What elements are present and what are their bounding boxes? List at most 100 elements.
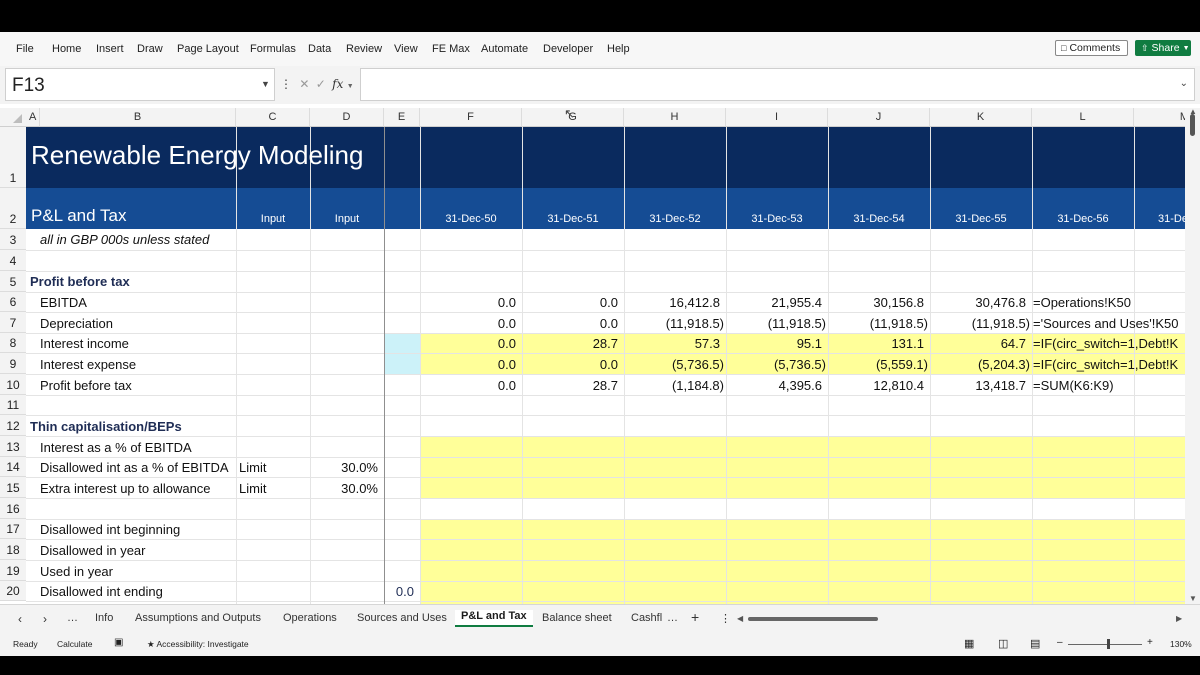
menu-review[interactable]: Review [346,43,382,55]
interest-income-label[interactable]: Interest income [40,336,129,351]
menu-home[interactable]: Home [52,43,81,55]
row-header-7[interactable]: 7 [0,312,26,333]
interest-expense-value[interactable]: (5,736.5) [726,357,826,372]
date-header[interactable]: 31-Dec-56 [1032,213,1134,225]
zoom-out-icon[interactable]: – [1057,637,1063,648]
depreciation-value[interactable]: (11,918.5) [624,316,724,331]
chevron-down-icon[interactable]: ▼ [347,83,354,90]
pbt-value[interactable]: 0.0 [420,378,516,393]
col-header-m[interactable]: M [1134,108,1185,127]
zoom-slider-thumb[interactable] [1107,639,1110,649]
section-thin-cap[interactable]: Thin capitalisation/BEPs [30,419,182,434]
ebitda-value[interactable]: 30,476.8 [930,295,1026,310]
tab-more-left[interactable]: … [67,612,78,624]
zoom-slider-track[interactable] [1068,644,1142,645]
interest-income-value[interactable]: 64.7 [930,336,1026,351]
row-header-4[interactable]: 4 [0,250,26,271]
date-header[interactable]: 31-Dec-54 [828,213,930,225]
menu-insert[interactable]: Insert [96,43,124,55]
fx-icon[interactable]: fx [332,77,343,91]
accessibility-status[interactable]: ★ Accessibility: Investigate [147,639,249,650]
interest-income-value[interactable]: 131.1 [828,336,924,351]
row-header-13[interactable]: 13 [0,436,26,457]
zoom-level[interactable]: 130% [1170,639,1192,649]
scroll-down-icon[interactable]: ▼ [1189,594,1197,603]
tab-sources-uses[interactable]: Sources and Uses [357,612,447,624]
interest-expense-value[interactable]: (5,736.5) [624,357,724,372]
page-break-view-icon[interactable]: ▤ [1030,637,1040,650]
depreciation-value[interactable]: (11,918.5) [726,316,826,331]
horizontal-scroll-thumb[interactable] [748,617,878,621]
row-header-17[interactable]: 17 [0,519,26,539]
share-button[interactable]: ⇧ Share ▼ [1135,40,1191,56]
ebitda-value[interactable]: 21,955.4 [726,295,822,310]
comments-button[interactable]: □ Comments [1055,40,1128,56]
row-header-18[interactable]: 18 [0,539,26,560]
row-header-20[interactable]: 20 [0,581,26,601]
calculate-button[interactable]: Calculate [57,639,92,649]
menu-formulas[interactable]: Formulas [250,43,296,55]
col-header-k[interactable]: K [930,108,1032,127]
menu-view[interactable]: View [394,43,418,55]
depreciation-label[interactable]: Depreciation [40,316,113,331]
depreciation-value[interactable]: (11,918.5) [828,316,928,331]
disallowed-pct-value[interactable]: 30.0% [310,460,378,475]
interest-expense-value[interactable]: 0.0 [420,357,516,372]
more-options-icon[interactable]: ⋮ [280,77,292,91]
row-header-3[interactable]: 3 [0,229,26,250]
row-header-14[interactable]: 14 [0,457,26,477]
interest-pct-ebitda-label[interactable]: Interest as a % of EBITDA [40,440,192,455]
sheet-subtitle[interactable]: P&L and Tax [31,206,126,226]
tab-pl-tax[interactable]: P&L and Tax [455,610,533,627]
interest-income-value[interactable]: 57.3 [624,336,720,351]
scroll-right-icon[interactable]: ▶ [1176,614,1182,623]
formula-input[interactable]: ⌄ [360,68,1195,101]
menu-page-layout[interactable]: Page Layout [177,43,239,55]
ebitda-value[interactable]: 0.0 [522,295,618,310]
pbt-value[interactable]: 4,395.6 [726,378,822,393]
vertical-scrollbar[interactable]: ▲ ▼ [1185,107,1200,604]
date-header[interactable]: 31-De [1158,213,1185,225]
add-sheet-button[interactable]: + [691,609,699,625]
interest-income-formula[interactable]: =IF(circ_switch=1,Debt!K [1033,336,1178,351]
input-header-c[interactable]: Input [236,213,310,225]
sheet-title[interactable]: Renewable Energy Modeling [31,140,363,171]
macro-recording-icon[interactable]: ▣ [114,637,123,648]
depreciation-value[interactable]: 0.0 [522,316,618,331]
interest-expense-value[interactable]: 0.0 [522,357,618,372]
tab-operations[interactable]: Operations [283,612,337,624]
menu-fe-max[interactable]: FE Max [432,43,470,55]
disallowed-year-label[interactable]: Disallowed in year [40,543,146,558]
normal-view-icon[interactable]: ▦ [964,637,974,650]
tab-balance-sheet[interactable]: Balance sheet [542,612,612,624]
row-header-5[interactable]: 5 [0,271,26,292]
ebitda-value[interactable]: 30,156.8 [828,295,924,310]
row-header-15[interactable]: 15 [0,477,26,498]
ebitda-formula[interactable]: =Operations!K50 [1033,295,1131,310]
tab-scroll-left-icon[interactable]: ‹ [18,612,22,626]
page-layout-view-icon[interactable]: ◫ [998,637,1008,650]
used-year-label[interactable]: Used in year [40,564,113,579]
chevron-down-icon[interactable]: ▼ [261,79,270,89]
vertical-scroll-thumb[interactable] [1190,114,1195,136]
extra-interest-label[interactable]: Extra interest up to allowance [40,481,211,496]
row-header-19[interactable]: 19 [0,560,26,581]
row-header-6[interactable]: 6 [0,292,26,312]
pbt-value[interactable]: 12,810.4 [828,378,924,393]
cancel-icon[interactable]: ✕ [299,77,309,91]
pbt-value[interactable]: 13,418.7 [930,378,1026,393]
enter-icon[interactable]: ✓ [316,77,326,91]
depreciation-value[interactable]: 0.0 [420,316,516,331]
ebitda-label[interactable]: EBITDA [40,295,87,310]
menu-draw[interactable]: Draw [137,43,163,55]
disallowed-pct-label[interactable]: Disallowed int as a % of EBITDA [40,460,229,475]
row-header-10[interactable]: 10 [0,374,26,395]
tab-cashflow[interactable]: Cashfl [631,612,662,624]
col-header-a[interactable]: A [26,108,40,127]
pbt-value[interactable]: (1,184.8) [624,378,724,393]
interest-income-value[interactable]: 0.0 [420,336,516,351]
row-header-1[interactable]: 1 [0,127,26,188]
date-header[interactable]: 31-Dec-55 [930,213,1032,225]
name-box[interactable]: F13 [5,68,275,101]
row-header-2[interactable]: 2 [0,188,26,229]
